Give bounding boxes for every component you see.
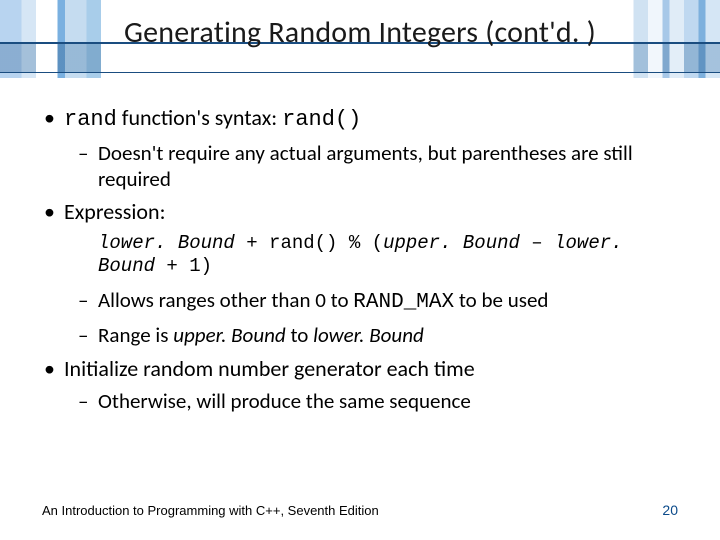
expr-plus: + [235, 232, 269, 254]
expr-rand-mod: rand() % ( [269, 232, 383, 254]
expr-end: + 1) [155, 255, 212, 277]
subbullet-allows-ranges: Allows ranges other than 0 to RAND_MAX t… [42, 287, 682, 316]
code-rand-max: RAND_MAX [353, 291, 454, 314]
text-functions-syntax: function's syntax: [117, 104, 282, 131]
slide-title: Generating Random Integers (cont'd. ) [0, 14, 720, 51]
slide-content: rand function's syntax: rand() Doesn't r… [42, 104, 682, 420]
expr-lowerbound: lower. Bound [98, 232, 235, 254]
text-lowerbound: lower. Bound [313, 322, 424, 348]
expr-minus: – [520, 232, 554, 254]
text-range-is: Range is [98, 322, 173, 348]
text-allows-ranges-pre: Allows ranges other than 0 to [98, 287, 353, 313]
subbullet-otherwise: Otherwise, will produce the same sequenc… [42, 388, 682, 414]
expression-formula: lower. Bound + rand() % (upper. Bound – … [98, 232, 682, 280]
code-rand: rand [64, 107, 117, 132]
footer-page-number: 20 [662, 502, 678, 518]
text-to: to [286, 322, 313, 348]
bullet-expression: Expression: [42, 198, 682, 226]
subbullet-no-arguments: Doesn't require any actual arguments, bu… [42, 140, 682, 193]
subbullet-range-is: Range is upper. Bound to lower. Bound [42, 322, 682, 348]
footer-book-title: An Introduction to Programming with C++,… [42, 503, 379, 518]
text-upperbound: upper. Bound [173, 322, 286, 348]
text-allows-ranges-post: to be used [454, 287, 548, 313]
expr-upperbound: upper. Bound [383, 232, 520, 254]
header-bottomline [0, 72, 720, 73]
bullet-rand-syntax: rand function's syntax: rand() [42, 104, 682, 134]
bullet-initialize: Initialize random number generator each … [42, 355, 682, 383]
code-rand-call: rand() [282, 107, 361, 132]
